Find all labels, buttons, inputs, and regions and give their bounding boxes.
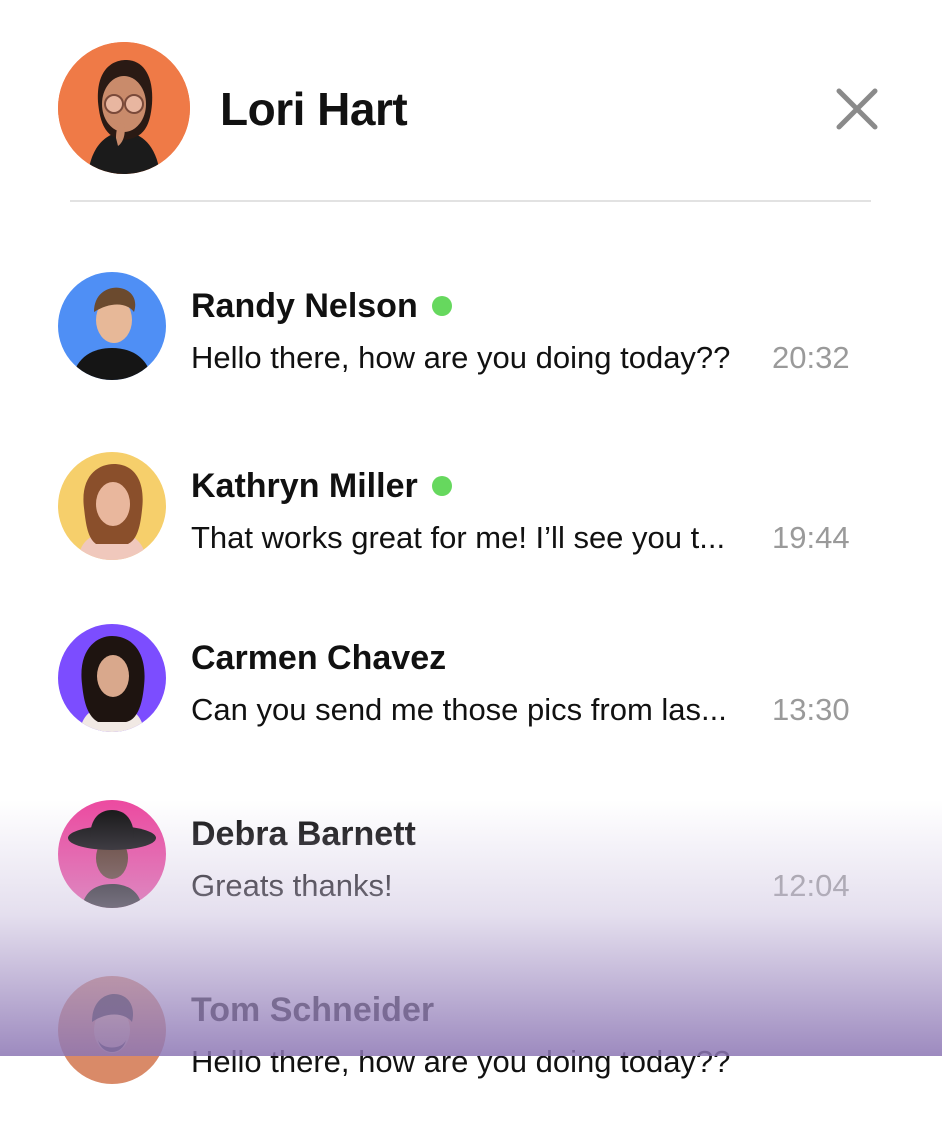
message-time: 20:32 bbox=[772, 340, 850, 375]
person-icon bbox=[58, 42, 190, 174]
contact-name-row: Tom Schneider bbox=[191, 988, 434, 1032]
contact-name: Debra Barnett bbox=[191, 814, 416, 853]
online-status-dot bbox=[431, 296, 452, 316]
chat-header: Lori Hart bbox=[0, 0, 942, 202]
contact-avatar bbox=[58, 800, 166, 908]
contact-avatar bbox=[58, 272, 166, 380]
message-time: 12:04 bbox=[772, 868, 850, 903]
contact-name: Tom Schneider bbox=[191, 990, 435, 1029]
contact-avatar bbox=[58, 624, 166, 732]
person-icon bbox=[58, 272, 166, 380]
profile-name: Lori Hart bbox=[220, 83, 408, 135]
close-button[interactable] bbox=[832, 84, 882, 134]
message-time: 19:44 bbox=[772, 520, 850, 555]
message-preview: Hello there, how are you doing today?? bbox=[191, 1044, 731, 1079]
person-icon bbox=[58, 452, 166, 560]
contact-name-row: Randy Nelson bbox=[191, 284, 452, 328]
message-preview: That works great for me! I’ll see you t.… bbox=[191, 520, 726, 555]
contact-name-row: Kathryn Miller bbox=[191, 464, 452, 508]
message-preview: Hello there, how are you doing today?? bbox=[191, 340, 731, 375]
close-icon bbox=[836, 88, 878, 130]
header-divider bbox=[70, 200, 871, 202]
conversation-item-debra-barnett[interactable]: Debra Barnett Greats thanks! 12:04 bbox=[0, 800, 942, 950]
contact-name: Kathryn Miller bbox=[191, 466, 418, 505]
person-icon bbox=[58, 800, 166, 908]
contact-avatar bbox=[58, 976, 166, 1084]
conversation-item-tom-schneider[interactable]: Tom Schneider Hello there, how are you d… bbox=[0, 976, 942, 1126]
online-status-dot bbox=[431, 476, 452, 496]
conversation-item-randy-nelson[interactable]: Randy Nelson Hello there, how are you do… bbox=[0, 272, 942, 422]
person-icon bbox=[58, 976, 166, 1084]
contact-name-row: Carmen Chavez bbox=[191, 636, 446, 680]
conversation-item-kathryn-miller[interactable]: Kathryn Miller That works great for me! … bbox=[0, 452, 942, 602]
contact-name: Carmen Chavez bbox=[191, 638, 447, 677]
contact-avatar bbox=[58, 452, 166, 560]
message-time: 13:30 bbox=[772, 692, 850, 727]
profile-avatar[interactable] bbox=[58, 42, 190, 174]
person-icon bbox=[58, 624, 166, 732]
message-preview: Greats thanks! bbox=[191, 868, 393, 903]
message-preview: Can you send me those pics from las... bbox=[191, 692, 727, 727]
contact-name: Randy Nelson bbox=[191, 286, 418, 325]
conversation-item-carmen-chavez[interactable]: Carmen Chavez Can you send me those pics… bbox=[0, 624, 942, 774]
contact-name-row: Debra Barnett bbox=[191, 812, 416, 856]
